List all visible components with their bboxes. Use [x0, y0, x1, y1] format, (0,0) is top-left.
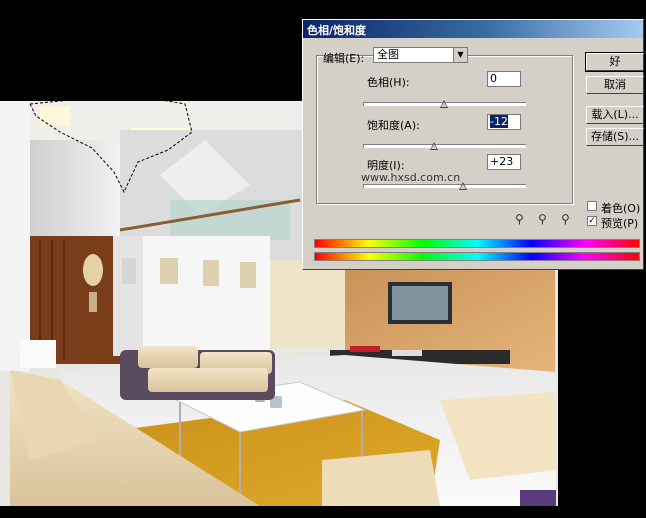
- watermark-text: www.hxsd.com.cn: [361, 171, 461, 184]
- input-color-bar: [314, 239, 640, 248]
- edit-dropdown-value: 全图: [377, 48, 399, 61]
- lightness-slider-thumb[interactable]: [459, 182, 468, 190]
- save-button[interactable]: 存储(S)...: [586, 128, 644, 146]
- cancel-button[interactable]: 取消: [586, 76, 644, 94]
- saturation-input[interactable]: -12: [487, 114, 521, 130]
- saturation-label: 饱和度(A):: [367, 119, 420, 132]
- hue-input[interactable]: 0: [487, 71, 521, 87]
- lightness-slider[interactable]: [363, 184, 526, 188]
- lightness-input[interactable]: +23: [487, 154, 521, 170]
- chevron-down-icon[interactable]: ▼: [453, 48, 467, 62]
- saturation-slider[interactable]: [363, 144, 526, 148]
- hue-label: 色相(H):: [367, 76, 410, 89]
- saturation-slider-thumb[interactable]: [430, 142, 439, 150]
- eyedropper-plus-icon[interactable]: ⚲: [538, 212, 547, 226]
- dialog-title: 色相/饱和度: [307, 24, 367, 37]
- edit-dropdown[interactable]: 全图 ▼: [373, 47, 468, 63]
- colorize-checkbox[interactable]: [587, 201, 597, 211]
- colorize-label: 着色(O): [601, 202, 641, 215]
- dialog-titlebar[interactable]: 色相/饱和度: [303, 20, 643, 38]
- load-button[interactable]: 载入(L)...: [586, 106, 644, 124]
- ok-button[interactable]: 好: [585, 52, 645, 72]
- output-color-bar: [314, 252, 640, 261]
- edit-label: 编辑(E):: [323, 52, 365, 65]
- hue-saturation-dialog: 色相/饱和度 编辑(E): 全图 ▼ 色相(H): 0 饱和度(A): -12 …: [302, 19, 645, 270]
- hue-slider-thumb[interactable]: [440, 100, 448, 108]
- eyedropper-minus-icon[interactable]: ⚲: [561, 212, 570, 226]
- preview-checkbox[interactable]: ✓: [587, 216, 597, 226]
- eyedropper-icon[interactable]: ⚲: [515, 212, 524, 226]
- preview-label: 预览(P): [601, 217, 639, 230]
